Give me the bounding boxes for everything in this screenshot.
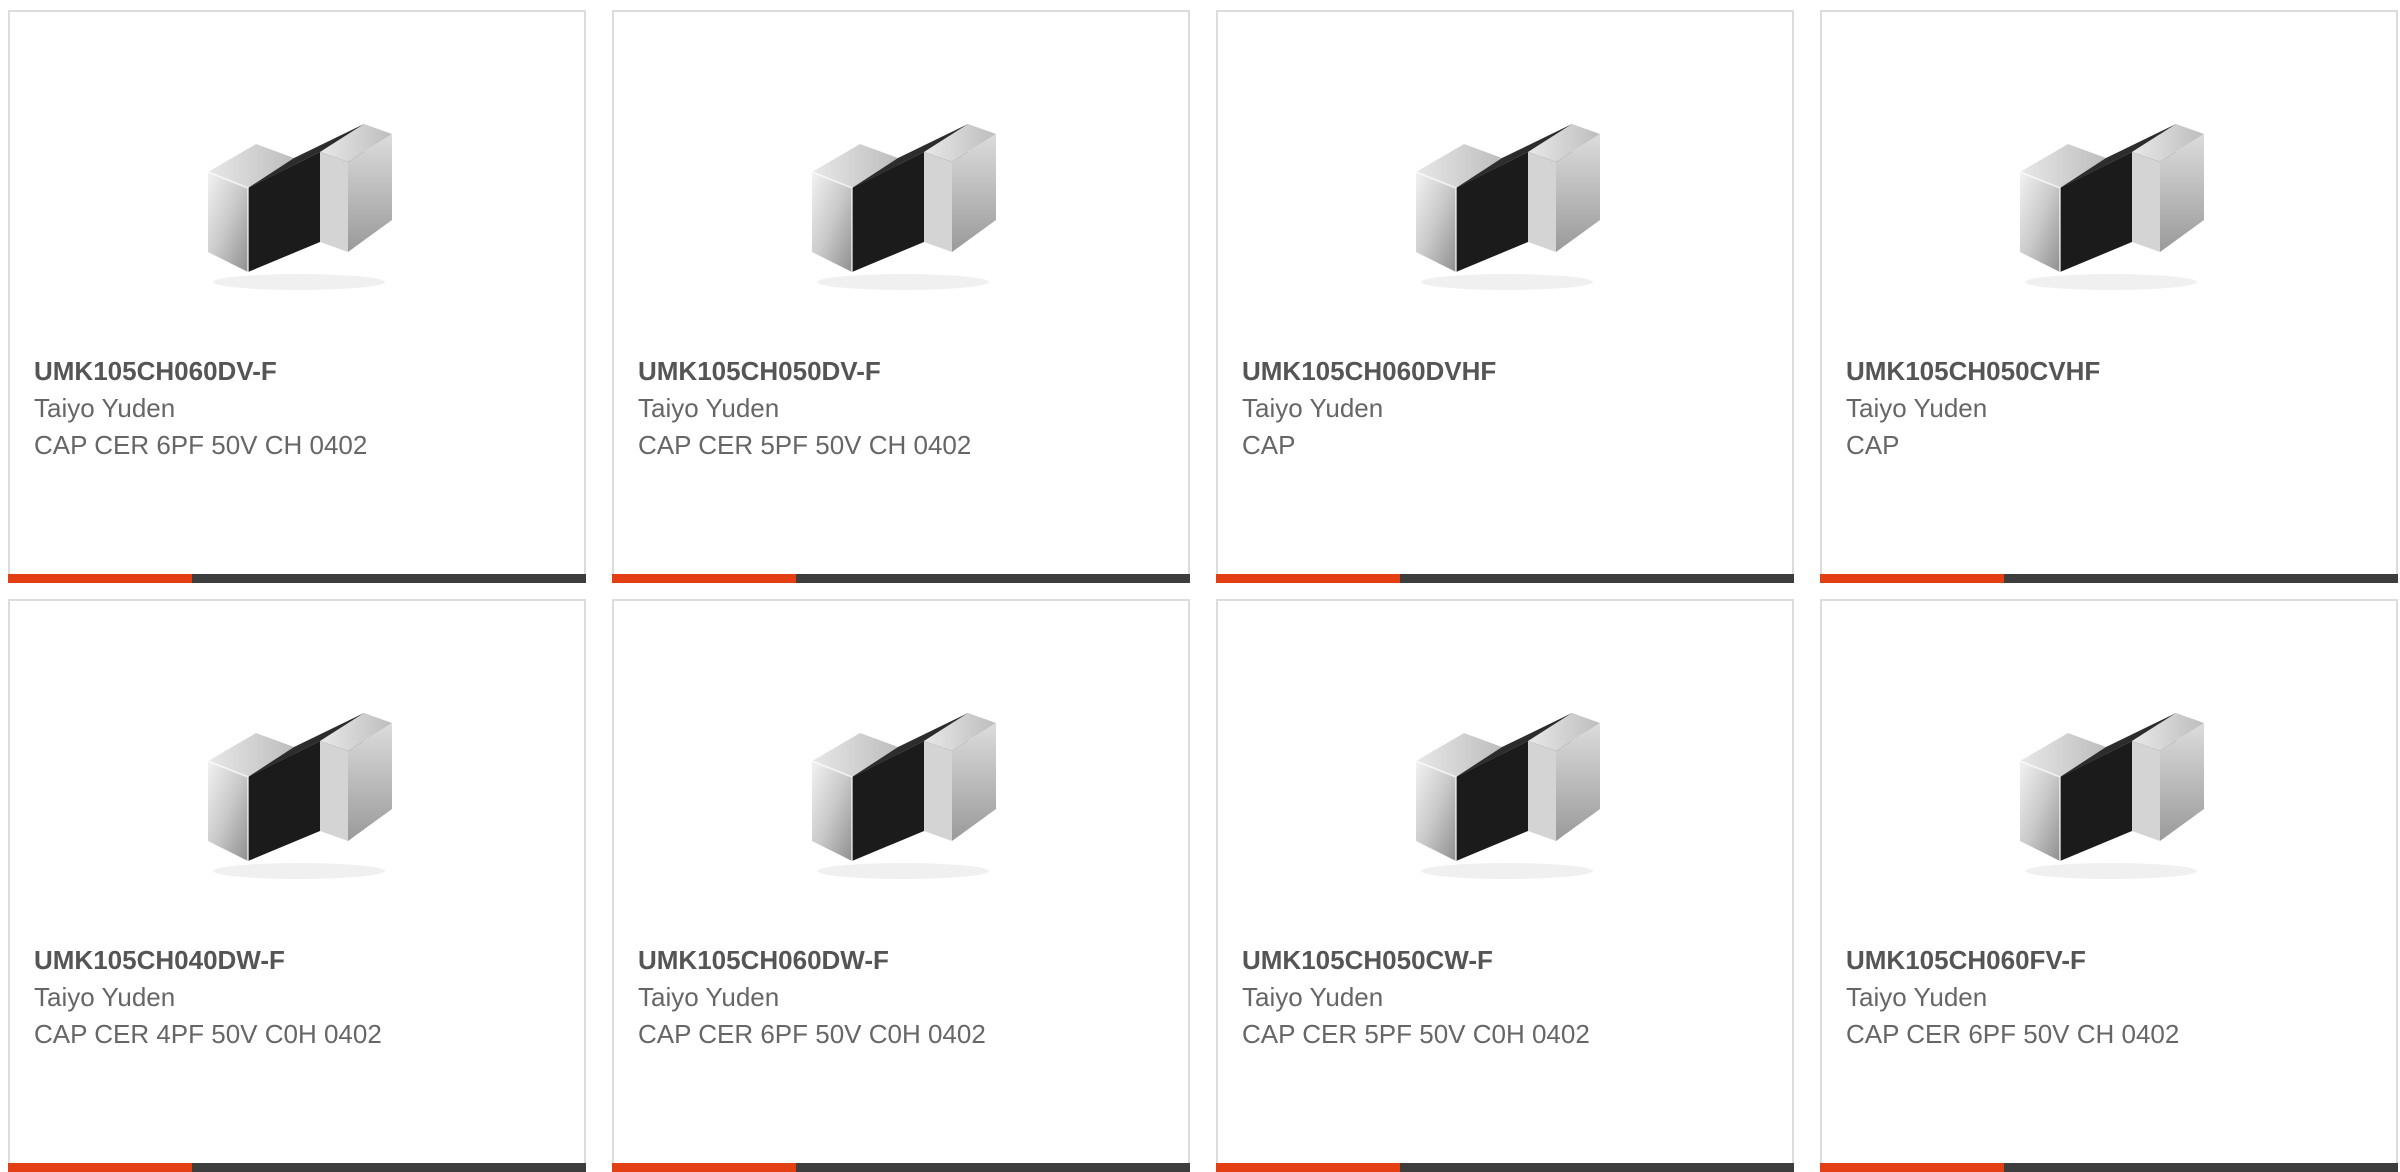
manufacturer: Taiyo Yuden (638, 393, 780, 423)
part-number[interactable]: UMK105CH060DW-F (638, 945, 889, 976)
card-accent-bar (1820, 1163, 2004, 1172)
part-number[interactable]: UMK105CH060DV-F (34, 356, 277, 387)
chip-capacitor-image[interactable] (196, 671, 402, 883)
chip-capacitor-image[interactable] (196, 82, 402, 294)
manufacturer: Taiyo Yuden (34, 982, 176, 1012)
description: CAP CER 6PF 50V CH 0402 (34, 430, 368, 460)
product-card[interactable]: UMK105CH050CW-F Taiyo Yuden CAP CER 5PF … (1216, 599, 1794, 1172)
card-accent-bar (8, 1163, 192, 1172)
card-bottom-bar (8, 574, 586, 583)
part-number[interactable]: UMK105CH050DV-F (638, 356, 881, 387)
card-bottom-bar (1820, 1163, 2398, 1172)
description: CAP CER 6PF 50V CH 0402 (1846, 1019, 2180, 1049)
chip-capacitor-image[interactable] (2008, 671, 2214, 883)
part-number[interactable]: UMK105CH040DW-F (34, 945, 285, 976)
card-accent-bar (1820, 574, 2004, 583)
chip-capacitor-image[interactable] (1404, 82, 1610, 294)
card-bottom-bar (612, 574, 1190, 583)
description: CAP CER 5PF 50V CH 0402 (638, 430, 972, 460)
part-number[interactable]: UMK105CH060DVHF (1242, 356, 1496, 387)
product-grid: UMK105CH060DV-F Taiyo Yuden CAP CER 6PF … (0, 0, 2400, 1172)
card-accent-bar (612, 574, 796, 583)
product-card[interactable]: UMK105CH050DV-F Taiyo Yuden CAP CER 5PF … (612, 10, 1190, 583)
part-number[interactable]: UMK105CH050CW-F (1242, 945, 1493, 976)
description: CAP CER 5PF 50V C0H 0402 (1242, 1019, 1590, 1049)
chip-capacitor-image[interactable] (1404, 671, 1610, 883)
product-card[interactable]: UMK105CH060DV-F Taiyo Yuden CAP CER 6PF … (8, 10, 586, 583)
card-bottom-bar (612, 1163, 1190, 1172)
chip-capacitor-image[interactable] (2008, 82, 2214, 294)
manufacturer: Taiyo Yuden (1242, 982, 1384, 1012)
chip-capacitor-image[interactable] (800, 671, 1006, 883)
chip-capacitor-image[interactable] (800, 82, 1006, 294)
card-accent-bar (8, 574, 192, 583)
card-bottom-bar (1820, 574, 2398, 583)
part-number[interactable]: UMK105CH050CVHF (1846, 356, 2100, 387)
manufacturer: Taiyo Yuden (34, 393, 176, 423)
product-card[interactable]: UMK105CH060DVHF Taiyo Yuden CAP (1216, 10, 1794, 583)
product-card[interactable]: UMK105CH060DW-F Taiyo Yuden CAP CER 6PF … (612, 599, 1190, 1172)
description: CAP CER 4PF 50V C0H 0402 (34, 1019, 382, 1049)
card-accent-bar (612, 1163, 796, 1172)
card-bottom-bar (1216, 574, 1794, 583)
card-bottom-bar (1216, 1163, 1794, 1172)
description: CAP (1846, 430, 1900, 460)
manufacturer: Taiyo Yuden (1846, 393, 1988, 423)
card-accent-bar (1216, 574, 1400, 583)
manufacturer: Taiyo Yuden (1242, 393, 1384, 423)
product-card[interactable]: UMK105CH040DW-F Taiyo Yuden CAP CER 4PF … (8, 599, 586, 1172)
manufacturer: Taiyo Yuden (1846, 982, 1988, 1012)
product-card[interactable]: UMK105CH060FV-F Taiyo Yuden CAP CER 6PF … (1820, 599, 2398, 1172)
part-number[interactable]: UMK105CH060FV-F (1846, 945, 2086, 976)
card-bottom-bar (8, 1163, 586, 1172)
manufacturer: Taiyo Yuden (638, 982, 780, 1012)
card-accent-bar (1216, 1163, 1400, 1172)
description: CAP CER 6PF 50V C0H 0402 (638, 1019, 986, 1049)
product-card[interactable]: UMK105CH050CVHF Taiyo Yuden CAP (1820, 10, 2398, 583)
description: CAP (1242, 430, 1296, 460)
